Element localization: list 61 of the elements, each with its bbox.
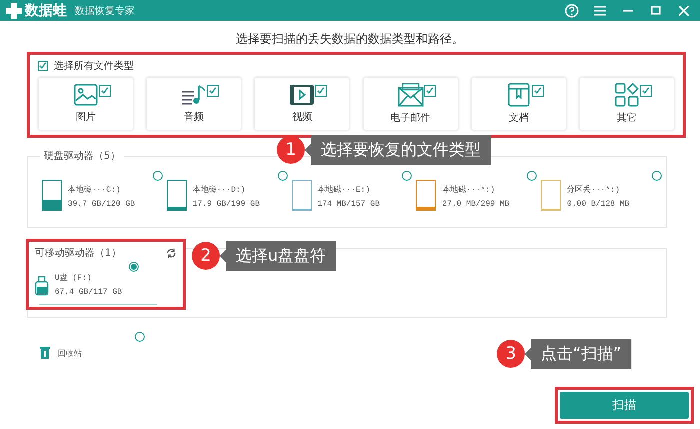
drive-name: 本地磁···E:) (318, 184, 372, 195)
drive-usage: 27.0 MB/299 MB (442, 200, 510, 209)
checkbox[interactable] (315, 85, 328, 97)
file-type-label: 视频 (292, 110, 312, 124)
file-type-card[interactable]: 电子邮件 (362, 77, 459, 131)
radio-button[interactable] (402, 171, 412, 181)
checkbox[interactable] (207, 85, 220, 97)
file-type-label: 其它 (616, 112, 637, 125)
trash-icon (40, 346, 50, 359)
step-number-badge: 1 (277, 136, 305, 164)
radio-button[interactable] (135, 332, 145, 342)
group-title: 可移动驱动器（1） (35, 247, 122, 260)
file-type-card[interactable]: 音频 (146, 77, 242, 131)
step-number-badge: 2 (192, 242, 220, 270)
instruction-heading: 选择要扫描的丢失数据的数据类型和路径。 (235, 31, 465, 48)
drive-usage: 17.9 GB/199 GB (192, 200, 260, 209)
cross-logo-icon (6, 2, 22, 18)
drive-name: 本地磁···*:) (442, 184, 496, 195)
app-subtitle: 数据恢复专家 (75, 4, 135, 18)
drive-name: 本地磁···C:) (68, 184, 122, 195)
drive-usage: 174 MB/157 GB (318, 200, 380, 209)
music-note-icon (181, 84, 208, 106)
file-type-card[interactable]: 文档 (470, 77, 567, 131)
drive-usage: 39.7 GB/120 GB (68, 200, 136, 209)
image-icon (74, 84, 98, 106)
drive-name: 本地磁···D:) (192, 184, 247, 195)
radio-button[interactable] (527, 171, 538, 181)
checkbox[interactable] (640, 85, 652, 97)
file-type-label: 文档 (508, 112, 529, 125)
usb-drive-icon (35, 276, 49, 296)
radio-button[interactable] (129, 262, 139, 272)
film-icon (289, 84, 316, 106)
radio-button[interactable] (652, 171, 662, 181)
radio-button[interactable] (278, 171, 288, 181)
drive-name: 分区丢···*:) (567, 184, 621, 195)
checkbox[interactable] (532, 85, 544, 97)
file-type-card[interactable]: 图片 (38, 77, 134, 131)
grid-icon (614, 83, 639, 107)
checkbox[interactable] (424, 85, 436, 97)
step-number-badge: 3 (497, 340, 525, 368)
refresh-icon[interactable] (166, 248, 177, 258)
drive-usage: 0.00 B/128 MB (567, 200, 630, 209)
callout-label: 选择要恢复的文件类型 (305, 135, 491, 166)
app-name: 数据蛙 (25, 2, 67, 20)
callout-label: 选择u盘盘符 (220, 241, 336, 272)
checkbox[interactable] (38, 61, 48, 71)
radio-button[interactable] (152, 171, 163, 181)
group-title: 硬盘驱动器（5） (40, 149, 124, 163)
drive-name: U盘 (F:) (55, 272, 93, 283)
callout-label: 点击“扫描” (525, 339, 632, 370)
drive-usage: 67.4 GB/117 GB (55, 288, 122, 297)
book-icon (508, 83, 530, 107)
file-type-card[interactable]: 视频 (254, 77, 350, 131)
file-type-label: 音频 (184, 110, 204, 124)
file-type-label: 图片 (76, 110, 96, 124)
recycle-bin-label: 回收站 (58, 348, 82, 359)
checkbox[interactable] (99, 85, 111, 97)
file-type-card[interactable]: 其它 (578, 77, 675, 131)
file-type-label: 电子邮件 (390, 112, 431, 125)
select-all-label: 选择所有文件类型 (54, 60, 134, 73)
envelope-icon (398, 83, 424, 107)
